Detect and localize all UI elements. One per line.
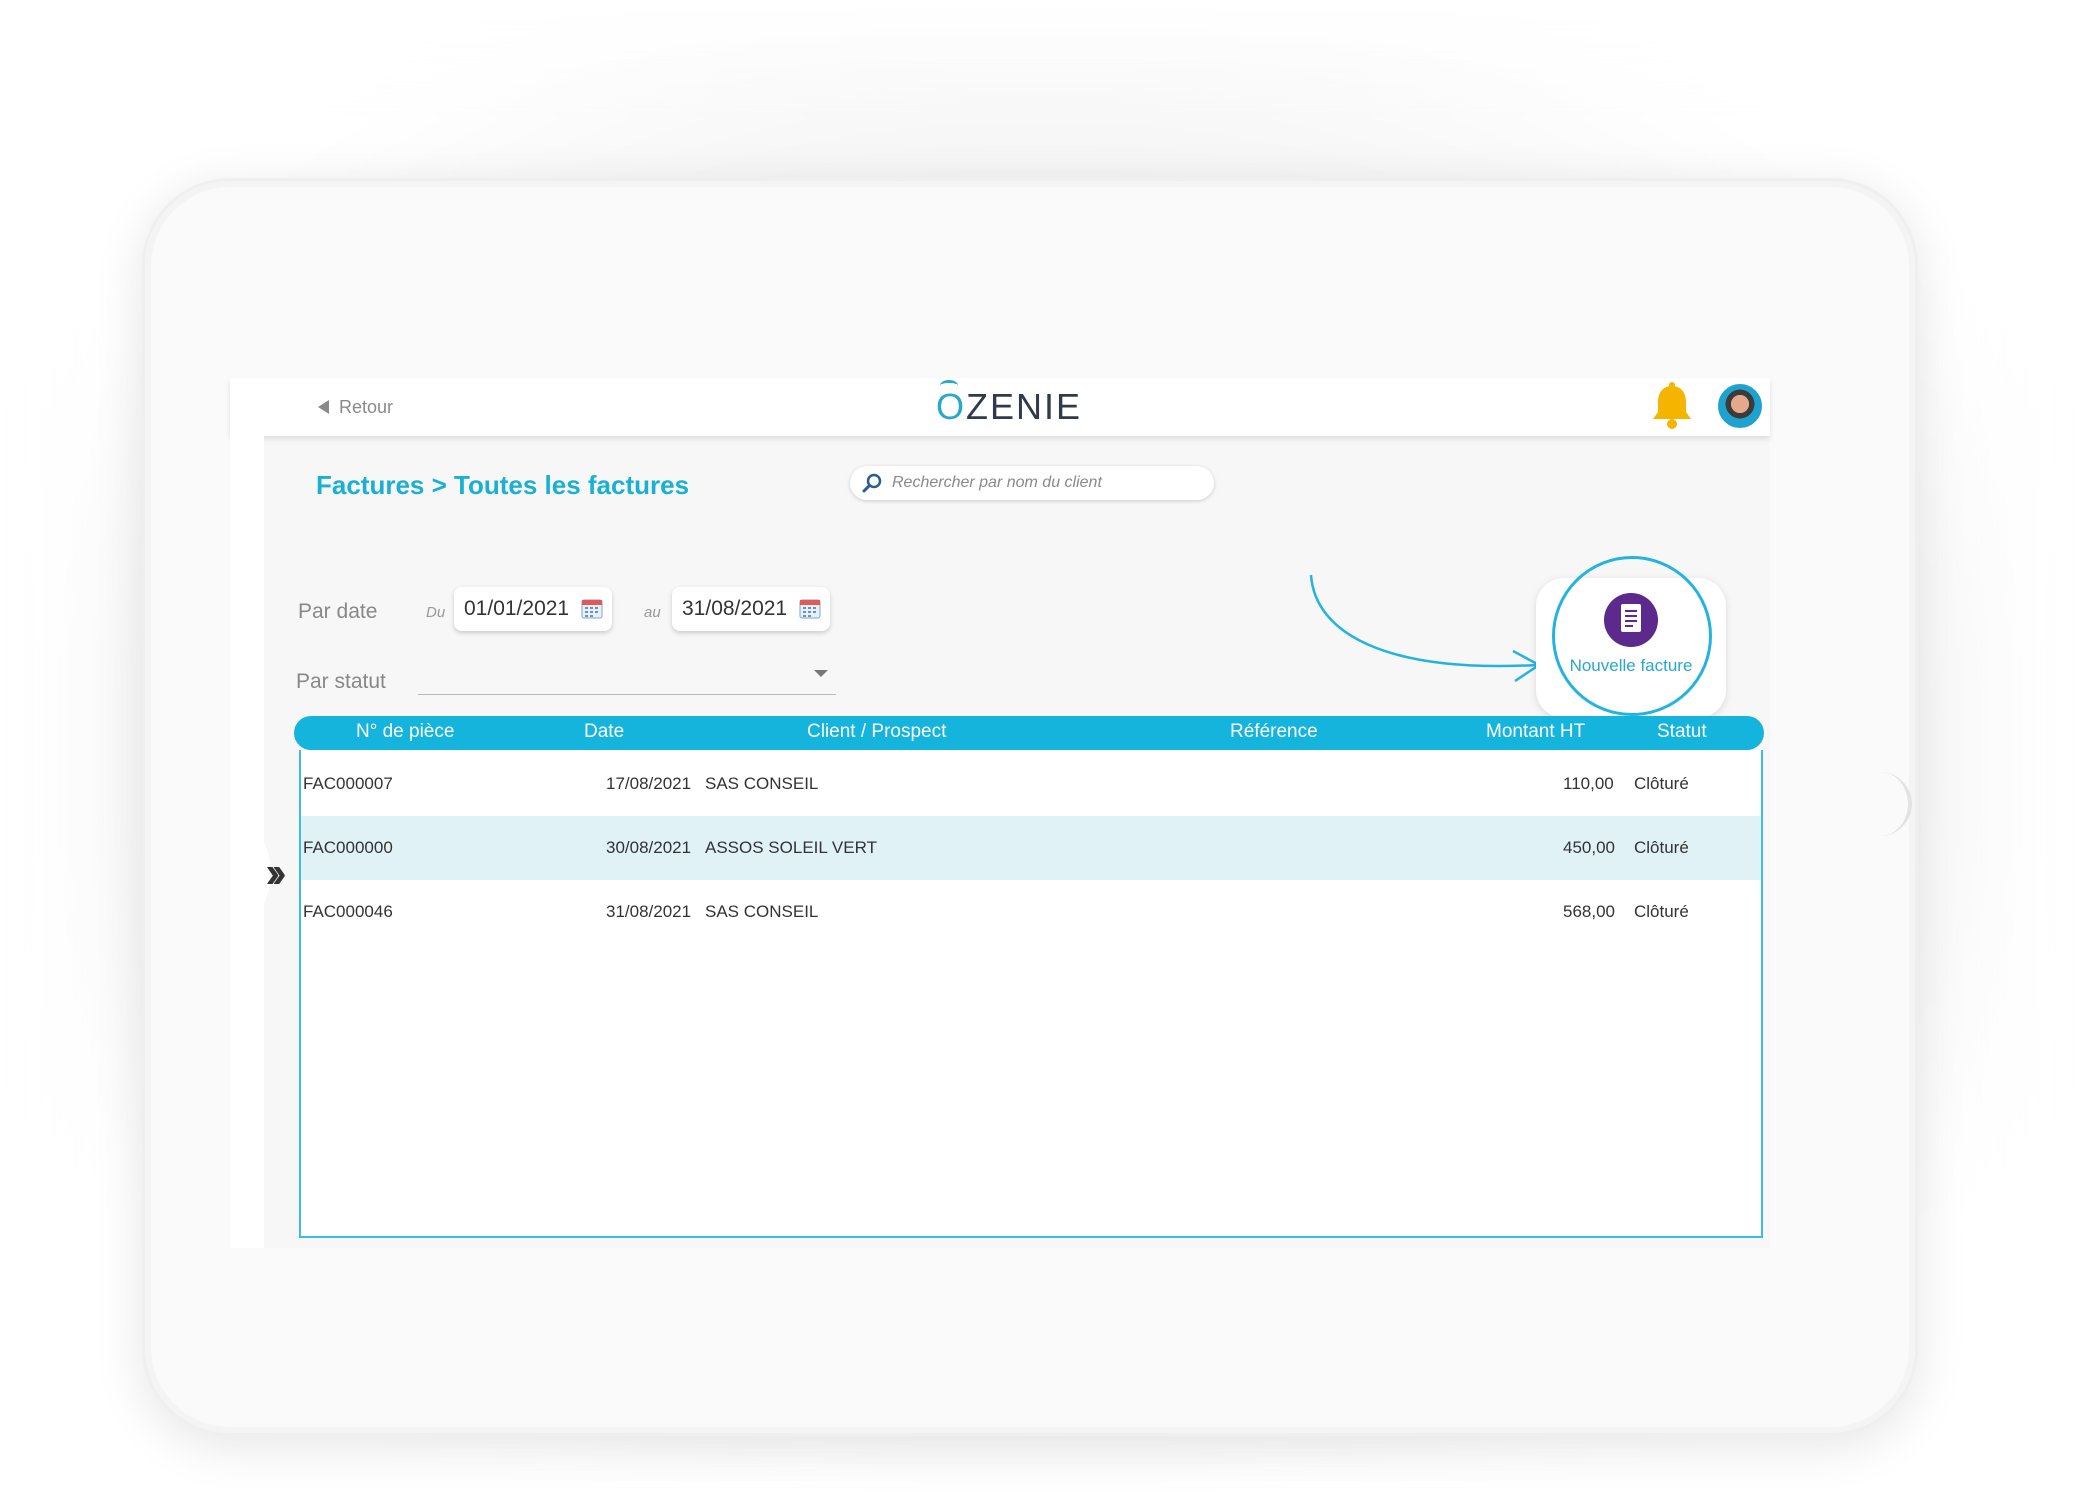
breadcrumb: Factures > Toutes les factures bbox=[316, 470, 690, 500]
pointer-arrow bbox=[1309, 574, 1542, 683]
column-header-reference[interactable]: Référence bbox=[1230, 721, 1318, 743]
column-header-piece[interactable]: N° de pièce bbox=[356, 721, 454, 743]
search-input[interactable] bbox=[890, 473, 1204, 493]
cell-client: SAS CONSEIL bbox=[705, 774, 819, 793]
new-invoice-label: Nouvelle facture bbox=[1569, 656, 1693, 675]
calendar-icon bbox=[581, 599, 603, 619]
table-header: N° de pièce Date Client / Prospect Référ… bbox=[294, 716, 1764, 750]
user-avatar[interactable] bbox=[1718, 384, 1762, 428]
cell-piece: FAC000007 bbox=[303, 774, 393, 793]
cell-status: Clôturé bbox=[1634, 774, 1689, 793]
invoices-table: N° de pièce Date Client / Prospect Référ… bbox=[294, 716, 1764, 1238]
table-row[interactable]: FAC000000 30/08/2021 ASSOS SOLEIL VERT 4… bbox=[301, 816, 1761, 880]
back-label: Retour bbox=[339, 396, 394, 417]
app-screen: Retour OZENIE ›› Factures > Toutes les f… bbox=[230, 378, 1770, 1248]
status-select[interactable] bbox=[418, 660, 836, 695]
table-row[interactable]: FAC000007 17/08/2021 SAS CONSEIL 110,00 … bbox=[301, 752, 1761, 816]
column-header-amount[interactable]: Montant HT bbox=[1486, 721, 1585, 743]
logo-letter-o: O bbox=[936, 386, 967, 427]
date-from-value: 01/01/2021 bbox=[464, 597, 570, 620]
cell-status: Clôturé bbox=[1634, 838, 1689, 857]
cell-amount: 568,00 bbox=[1563, 902, 1615, 921]
cell-amount: 450,00 bbox=[1563, 838, 1615, 857]
bell-icon[interactable] bbox=[1648, 382, 1696, 432]
chevron-down-icon bbox=[814, 670, 828, 677]
column-header-date[interactable]: Date bbox=[584, 721, 624, 743]
search-bar bbox=[850, 466, 1214, 500]
date-from-field[interactable]: 01/01/2021 bbox=[454, 587, 612, 631]
cell-amount: 110,00 bbox=[1563, 774, 1614, 793]
cell-piece: FAC000046 bbox=[303, 902, 393, 921]
document-icon bbox=[1604, 593, 1658, 647]
date-to-field[interactable]: 31/08/2021 bbox=[672, 587, 830, 631]
column-header-status[interactable]: Statut bbox=[1657, 721, 1707, 743]
search-icon bbox=[862, 473, 882, 493]
sidebar-expand-button[interactable]: ›› bbox=[236, 798, 298, 948]
table-row[interactable]: FAC000046 31/08/2021 SAS CONSEIL 568,00 … bbox=[301, 880, 1761, 944]
calendar-icon bbox=[799, 599, 821, 619]
cell-status: Clôturé bbox=[1634, 902, 1689, 921]
top-bar: Retour OZENIE bbox=[230, 378, 1770, 436]
filter-status-label: Par statut bbox=[296, 670, 386, 693]
logo-text: ZENIE bbox=[966, 386, 1083, 427]
cell-piece: FAC000000 bbox=[303, 838, 393, 857]
date-to-value: 31/08/2021 bbox=[682, 597, 788, 620]
cell-client: ASSOS SOLEIL VERT bbox=[705, 838, 877, 857]
app-logo: OZENIE bbox=[936, 386, 1082, 430]
cell-client: SAS CONSEIL bbox=[705, 902, 819, 921]
table-body: FAC000007 17/08/2021 SAS CONSEIL 110,00 … bbox=[299, 750, 1763, 1238]
triangle-left-icon bbox=[318, 400, 329, 414]
filter-date-label: Par date bbox=[298, 600, 378, 623]
filter-from-label: Du bbox=[426, 604, 446, 621]
cell-date: 17/08/2021 bbox=[606, 774, 692, 793]
cell-date: 30/08/2021 bbox=[606, 838, 692, 857]
column-header-client[interactable]: Client / Prospect bbox=[807, 721, 946, 743]
double-chevron-right-icon: ›› bbox=[265, 848, 287, 897]
cell-date: 31/08/2021 bbox=[606, 902, 692, 921]
back-button[interactable]: Retour bbox=[318, 394, 393, 420]
filter-to-label: au bbox=[644, 604, 661, 621]
